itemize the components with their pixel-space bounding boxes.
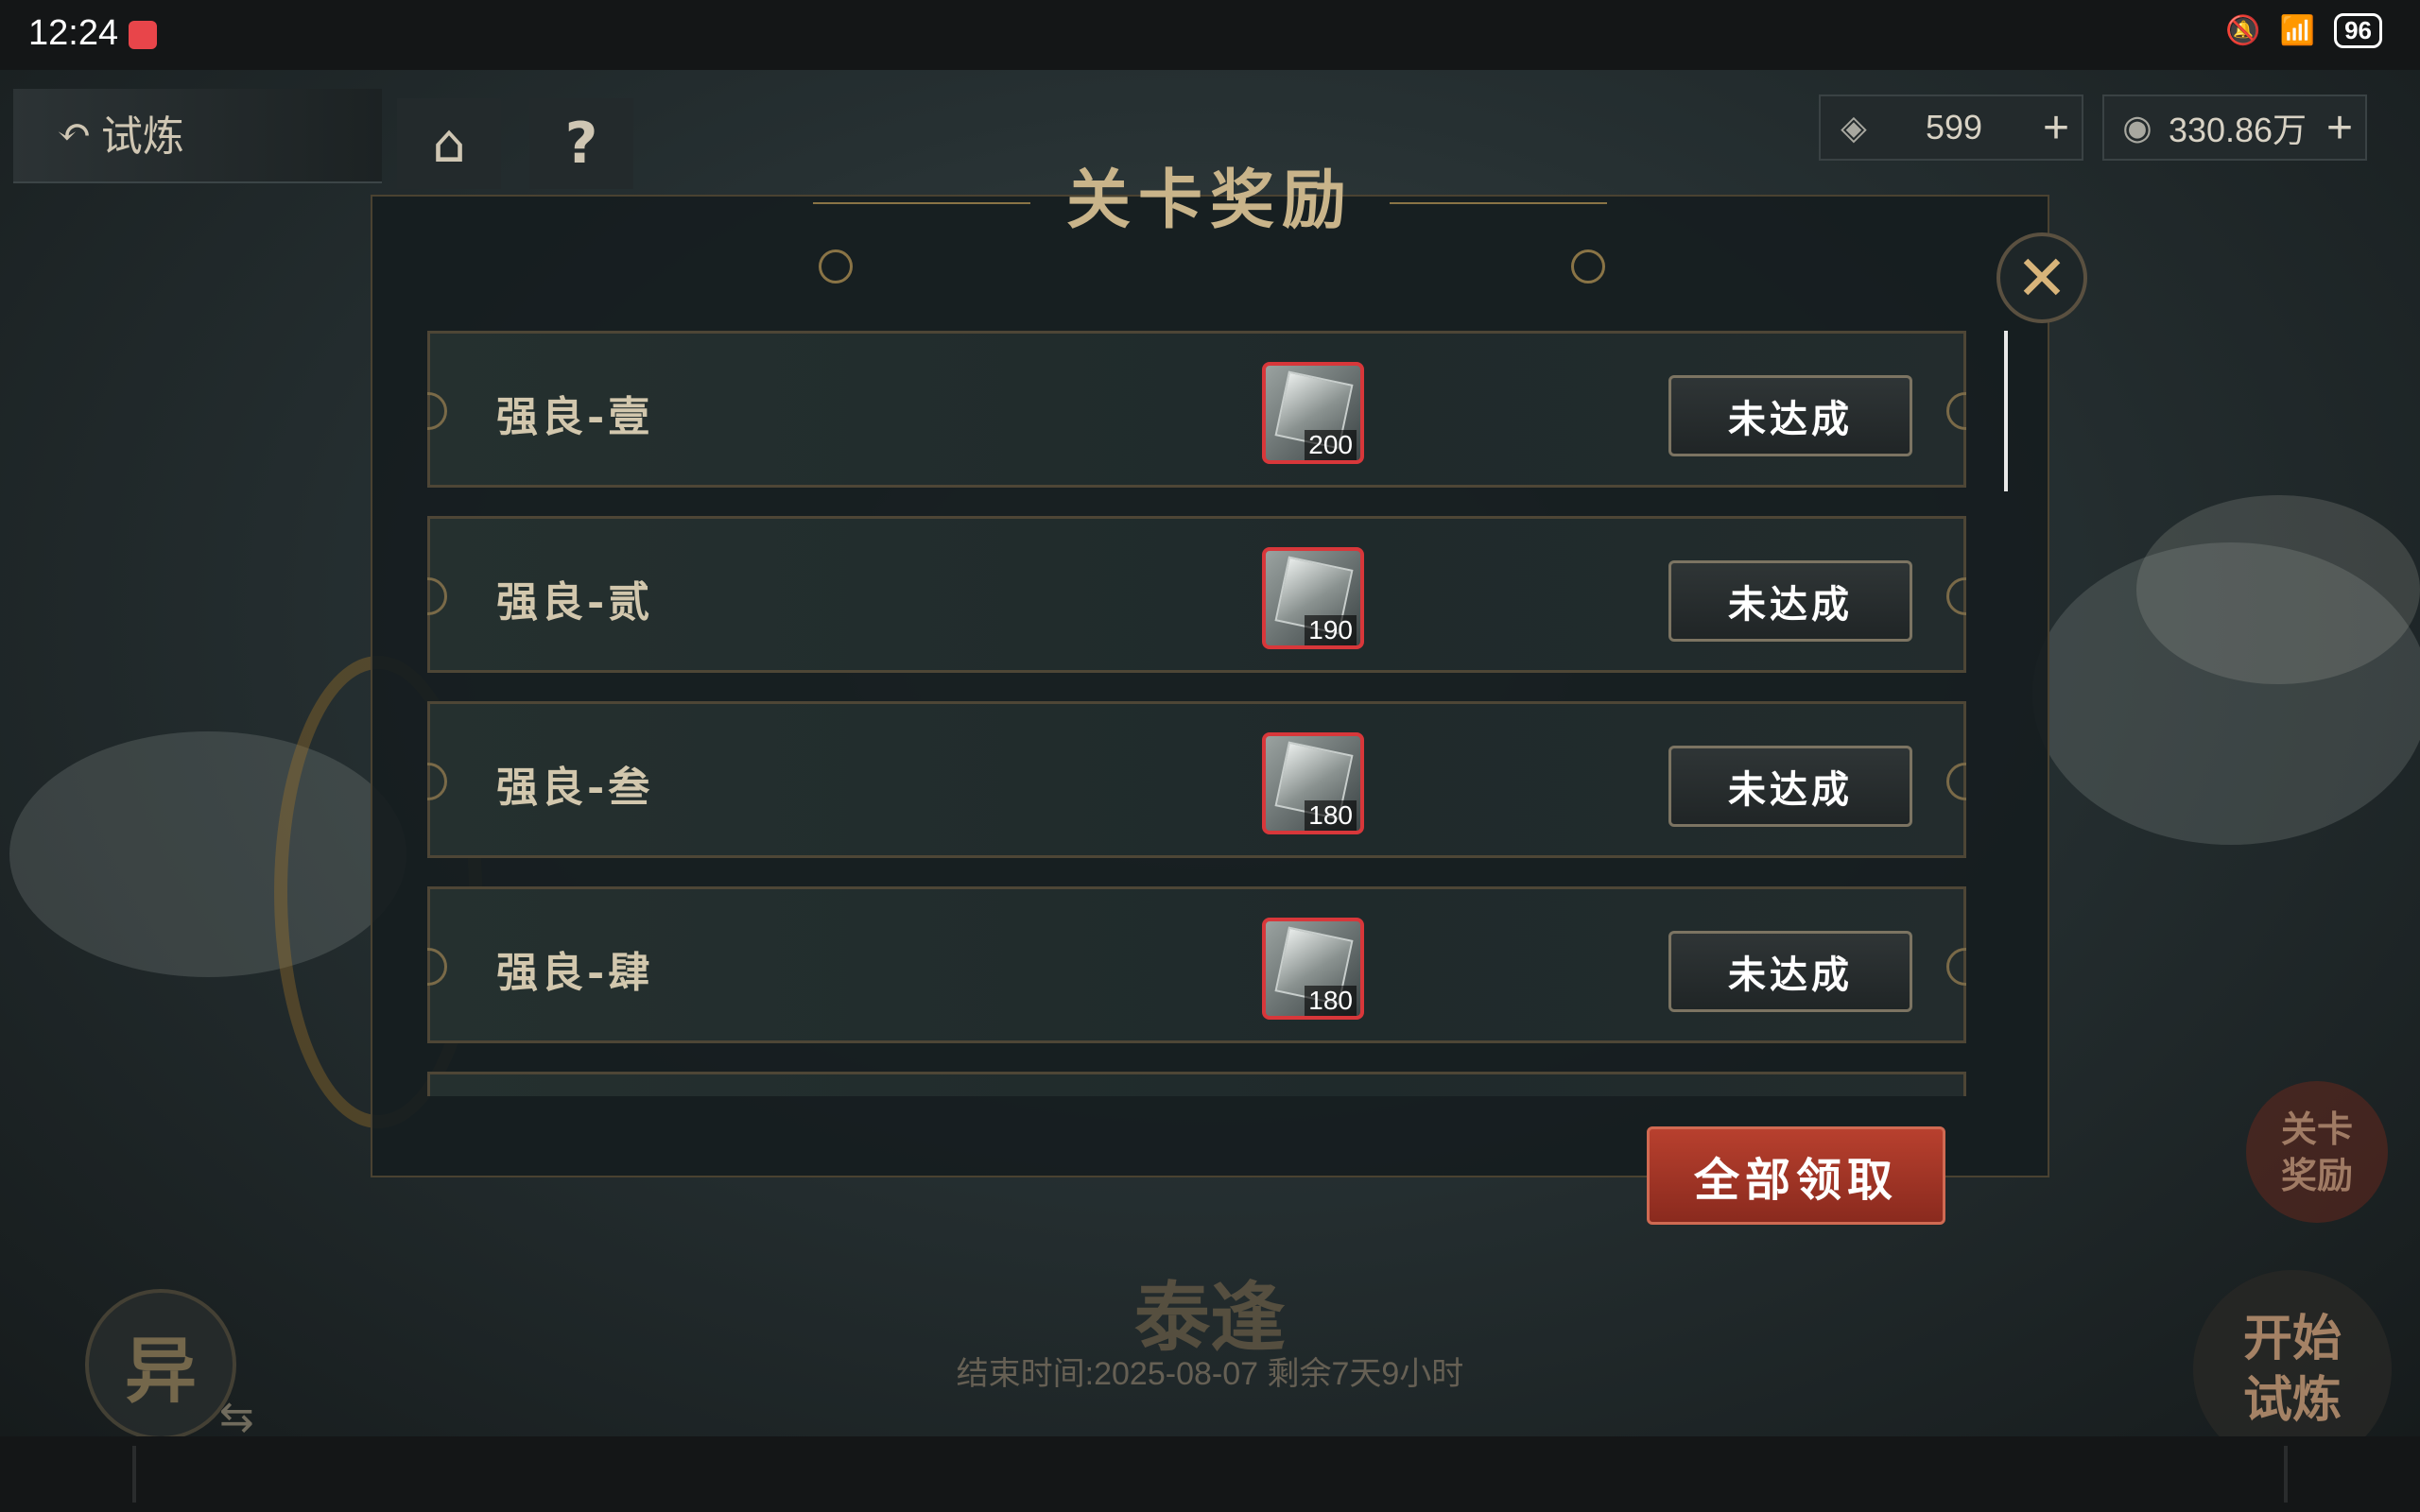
reward-item[interactable]: 190: [1262, 547, 1364, 649]
reward-row: 强良-贰 190 未达成: [427, 516, 1966, 673]
mute-icon: 🔕: [2225, 15, 2261, 46]
nav-divider: [132, 1446, 136, 1503]
currency-diamond: ◈ 599 +: [1819, 94, 2083, 161]
back-label: 试炼: [100, 112, 184, 161]
reward-item[interactable]: 200: [1262, 362, 1364, 464]
stage-reward-button[interactable]: 关卡奖励: [2246, 1081, 2388, 1223]
home-button[interactable]: ⌂: [397, 98, 501, 189]
help-icon: ?: [564, 111, 598, 177]
notification-icon: [129, 21, 157, 49]
reward-row: 强良-肆 180 未达成: [427, 886, 1966, 1043]
status-time: 12:24: [28, 13, 119, 53]
status-button[interactable]: 未达成: [1668, 931, 1912, 1012]
home-icon: ⌂: [432, 112, 466, 175]
currency-coin: ◉ 330.86万 +: [2102, 94, 2367, 161]
title-ornament: [1390, 202, 1607, 204]
reward-item[interactable]: 180: [1262, 918, 1364, 1020]
close-icon: ✕: [2015, 241, 2068, 315]
back-arrow-icon: ↶: [57, 108, 92, 157]
ring-ornament: [427, 392, 447, 430]
claim-all-button[interactable]: 全部领取: [1647, 1126, 1945, 1225]
ring-ornament: [1946, 948, 1966, 986]
currency-value: 330.86万: [2168, 111, 2308, 149]
cloud-decoration: [2136, 495, 2420, 684]
wifi-icon: 📶: [2279, 15, 2316, 46]
status-bar: 12:24 🔕 📶 96: [0, 0, 2420, 70]
row-label: 强良-壹: [496, 393, 654, 441]
ornament-ring: [1571, 249, 1605, 284]
add-currency-button[interactable]: +: [2314, 102, 2365, 154]
coin-icon: ◉: [2122, 108, 2152, 146]
row-label: 强良-贰: [496, 578, 654, 627]
help-button[interactable]: ?: [529, 98, 633, 189]
reward-row: 强良-叁 180 未达成: [427, 701, 1966, 858]
start-trial-button[interactable]: 开始试炼: [2193, 1270, 2392, 1436]
start-trial-label: 开始试炼: [2242, 1310, 2342, 1429]
navigation-bar: [0, 1436, 2420, 1512]
reward-row-partial: [427, 1072, 1966, 1096]
item-count: 180: [1305, 986, 1357, 1016]
mode-label: 异: [125, 1329, 197, 1413]
ring-ornament: [427, 948, 447, 986]
reward-row: 强良-壹 200 未达成: [427, 331, 1966, 488]
item-count: 180: [1305, 800, 1357, 831]
end-time-text: 结束时间:2025-08-07 剩余7天9小时: [956, 1356, 1464, 1392]
scrollbar[interactable]: [2004, 331, 2008, 491]
status-button[interactable]: 未达成: [1668, 746, 1912, 827]
ring-ornament: [427, 577, 447, 615]
ring-ornament: [1946, 392, 1966, 430]
ring-ornament: [427, 763, 447, 800]
currency-value: 599: [1925, 108, 1983, 146]
ring-ornament: [1946, 577, 1966, 615]
reward-item[interactable]: 180: [1262, 732, 1364, 834]
diamond-token-icon: ◈: [1841, 108, 1867, 146]
add-currency-button[interactable]: +: [2031, 102, 2082, 154]
back-button[interactable]: ↶ 试炼: [57, 102, 184, 163]
battery-indicator: 96: [2334, 13, 2382, 48]
item-count: 200: [1305, 430, 1357, 460]
row-label: 强良-肆: [496, 949, 654, 997]
ring-ornament: [1946, 763, 1966, 800]
reward-list[interactable]: 强良-壹 200 未达成 强良-贰 190 未达成 强良-叁 180 未达成 强…: [427, 331, 1966, 1096]
item-count: 190: [1305, 615, 1357, 645]
close-button[interactable]: ✕: [1996, 232, 2087, 323]
nav-divider: [2284, 1446, 2288, 1503]
row-label: 强良-叁: [496, 764, 654, 812]
status-icons: 🔕 📶 96: [2225, 13, 2382, 48]
title-ornament: [813, 202, 1030, 204]
swap-icon: ⇆: [219, 1393, 254, 1436]
status-button[interactable]: 未达成: [1668, 560, 1912, 642]
stage-reward-label: 关卡奖励: [2280, 1107, 2353, 1196]
status-button[interactable]: 未达成: [1668, 375, 1912, 456]
switch-mode-button[interactable]: 异: [85, 1289, 236, 1436]
ornament-ring: [819, 249, 853, 284]
panel-title: 关卡奖励: [1065, 163, 1354, 238]
